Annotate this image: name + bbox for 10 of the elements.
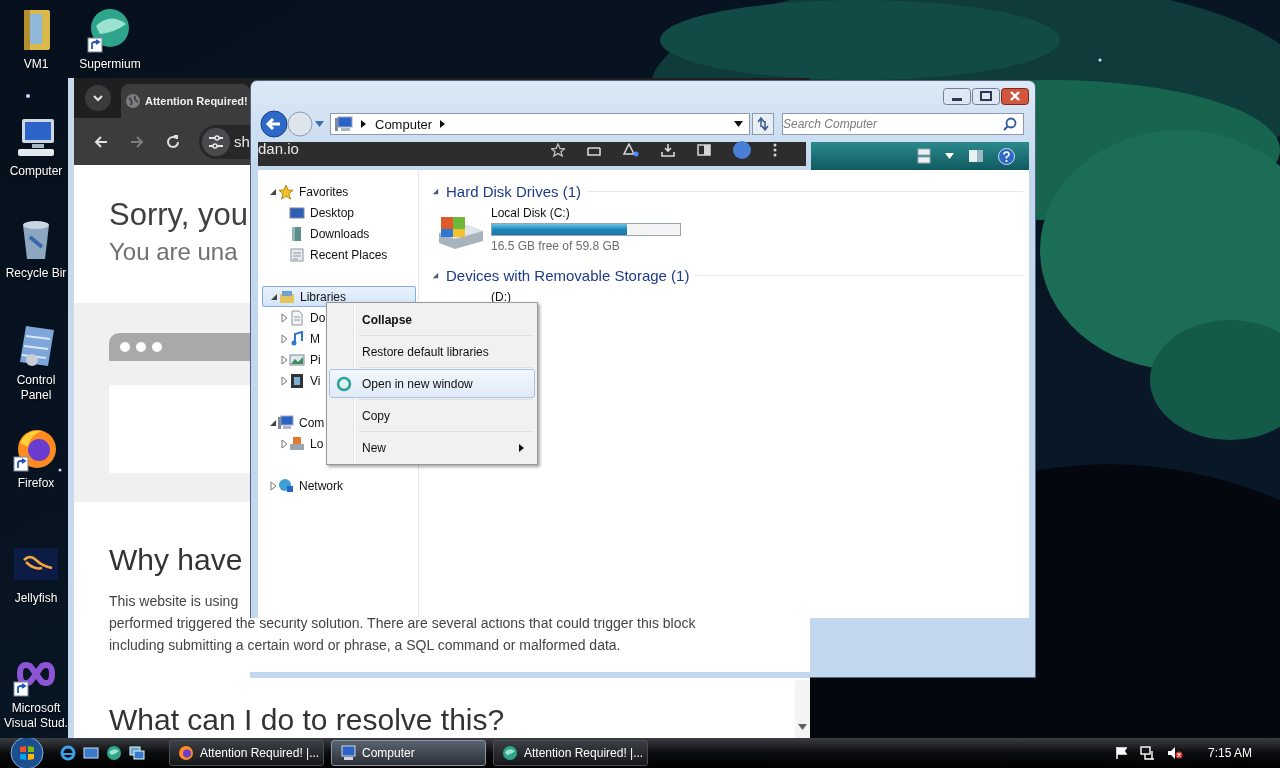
address-text: sh — [234, 133, 250, 150]
paragraph-line: including submitting a certain word or phrase, a SQL command or malformed data. — [109, 636, 622, 655]
section-heading: What can I do to resolve this? — [108, 702, 506, 738]
paragraph-line: This website is using — [109, 592, 240, 611]
page-subheading: You are una — [108, 237, 238, 267]
address-text: dan.io — [258, 142, 299, 156]
paragraph-line: performed triggered the security solution. There are several actions that could trigger this block — [109, 614, 697, 633]
section-heading: Why have — [108, 542, 244, 578]
page-heading: Sorry, you — [108, 196, 248, 233]
free-space-text: 16.5 GB free of 59.8 GB — [491, 239, 621, 253]
